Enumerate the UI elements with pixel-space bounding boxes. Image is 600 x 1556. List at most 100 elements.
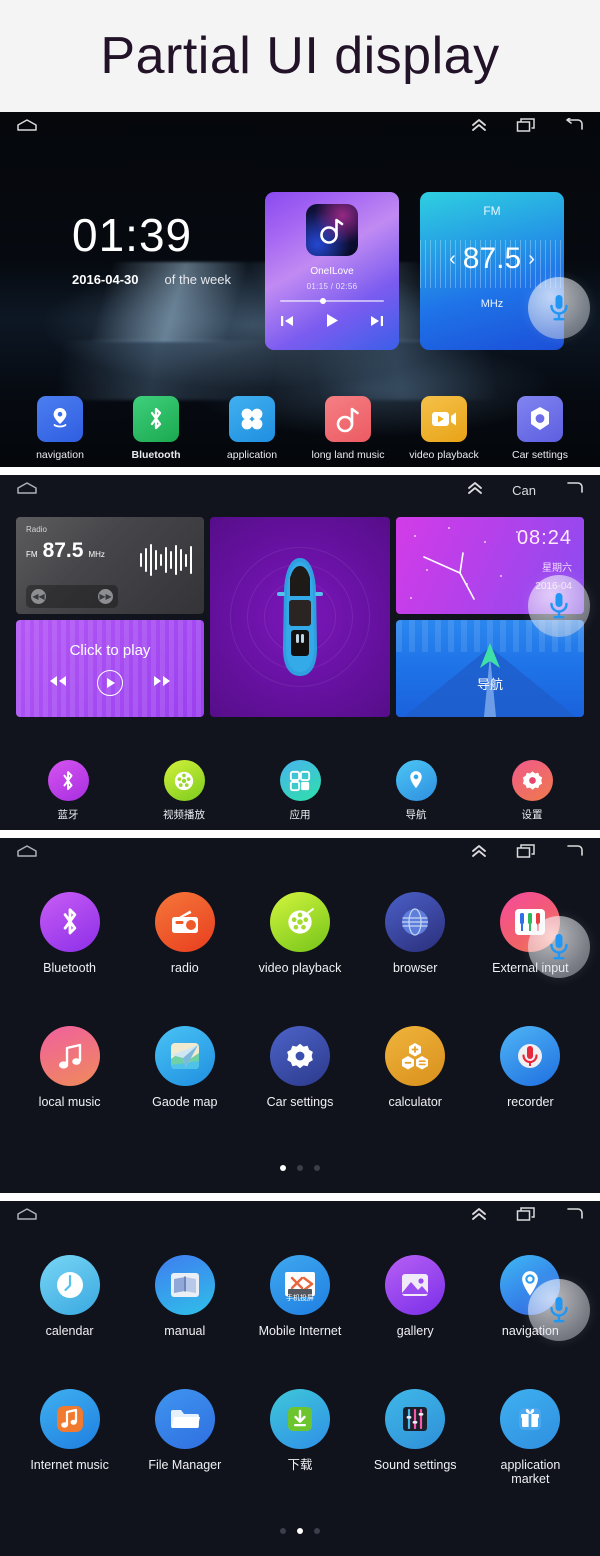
double-chevron-up-icon[interactable] xyxy=(470,843,488,864)
page-dot[interactable] xyxy=(280,1165,286,1171)
voice-assistant-button[interactable] xyxy=(528,916,590,978)
voice-assistant-button[interactable] xyxy=(528,575,590,637)
app-item-bluetooth[interactable]: Bluetooth xyxy=(12,886,127,1020)
app-item-local-music[interactable]: local music xyxy=(12,1020,127,1154)
page-dot[interactable] xyxy=(280,1528,286,1534)
app-item-browser[interactable]: browser xyxy=(358,886,473,1020)
gift-box-icon xyxy=(500,1388,561,1449)
chevron-right-icon[interactable]: › xyxy=(528,248,535,271)
recent-apps-icon[interactable] xyxy=(516,1206,536,1227)
app-item-video-playback[interactable]: video playback xyxy=(242,886,357,1020)
app-item-sound-settings[interactable]: Sound settings xyxy=(358,1383,473,1517)
voice-assistant-button[interactable] xyxy=(528,1279,590,1341)
voice-assistant-button[interactable] xyxy=(528,277,590,339)
dock-label: 蓝牙 xyxy=(57,809,79,821)
music-progress-handle[interactable] xyxy=(319,298,326,304)
app-item-mobile-internet[interactable]: 手机投屏 Mobile Internet xyxy=(242,1249,357,1383)
app-label: Mobile Internet xyxy=(258,1324,342,1338)
player-label: Click to play xyxy=(69,641,151,659)
back-arrow-icon[interactable] xyxy=(564,1207,584,1226)
map-paperplane-icon xyxy=(154,1025,215,1086)
navigation-arrow-icon xyxy=(479,642,501,675)
back-arrow-icon[interactable] xyxy=(564,844,584,863)
status-bar-1 xyxy=(0,112,600,142)
fast-forward-icon[interactable]: ▶▶ xyxy=(98,589,113,604)
double-chevron-up-icon[interactable] xyxy=(466,480,484,501)
back-arrow-icon[interactable] xyxy=(564,115,584,137)
microphone-icon xyxy=(550,295,568,321)
dock-item-video[interactable]: 视频播放 xyxy=(126,760,242,822)
bluetooth-icon xyxy=(39,892,100,952)
screen-separator xyxy=(0,1193,600,1201)
screen-app-drawer-page-2: calendar manual 手机投屏 Mobile Internet gal… xyxy=(0,1201,600,1556)
page-dot[interactable] xyxy=(297,1528,303,1534)
page-dot[interactable] xyxy=(314,1528,320,1534)
page-dot[interactable] xyxy=(314,1165,320,1171)
app-item-manual[interactable]: manual xyxy=(127,1249,242,1383)
car-status-widget[interactable] xyxy=(210,517,390,717)
gear-icon xyxy=(269,1025,330,1086)
radio-icon xyxy=(154,892,215,952)
app-item-download[interactable]: 下载 xyxy=(242,1383,357,1517)
home-icon[interactable] xyxy=(16,844,38,863)
previous-track-icon[interactable] xyxy=(280,314,294,332)
car-top-view-icon xyxy=(274,556,326,678)
map-pin-icon xyxy=(395,760,437,801)
dock-item-video[interactable]: video playback xyxy=(396,396,492,461)
app-label: video playback xyxy=(258,961,342,975)
dock-item-navigation[interactable]: navigation xyxy=(12,396,108,461)
dock-label: navigation xyxy=(36,449,84,461)
dock-item-bluetooth[interactable]: Bluetooth xyxy=(108,396,204,461)
fast-forward-icon[interactable] xyxy=(153,674,171,692)
globe-icon xyxy=(385,892,446,952)
recent-apps-icon[interactable] xyxy=(516,117,536,138)
app-item-car-settings[interactable]: Car settings xyxy=(242,1020,357,1154)
app-label: application market xyxy=(500,1457,561,1486)
can-status-label[interactable]: Can xyxy=(512,483,536,498)
dock-item-application[interactable]: 应用 xyxy=(242,760,358,822)
radio-widget[interactable]: Radio FM 87.5 MHz ◀◀ ▶▶ xyxy=(16,517,204,614)
app-item-application-market[interactable]: application market xyxy=(473,1383,588,1517)
dock-item-car-settings[interactable]: Car settings xyxy=(492,396,588,461)
music-widget[interactable]: OneILove 01:15 / 02:56 xyxy=(265,192,399,350)
home-icon[interactable] xyxy=(16,1207,38,1226)
page-indicator-3 xyxy=(0,1165,600,1171)
app-label: browser xyxy=(392,961,438,975)
back-arrow-icon[interactable] xyxy=(564,481,584,500)
rewind-icon[interactable]: ◀◀ xyxy=(31,589,46,604)
home-dock-1: navigation Bluetooth application long la… xyxy=(0,396,600,461)
chevron-left-icon[interactable]: ‹ xyxy=(449,248,456,271)
app-item-radio[interactable]: radio xyxy=(127,886,242,1020)
home-icon[interactable] xyxy=(16,118,38,137)
dock-item-application[interactable]: application xyxy=(204,396,300,461)
dock-item-music[interactable]: long land music xyxy=(300,396,396,461)
bluetooth-icon xyxy=(47,760,89,801)
app-item-gaode-map[interactable]: Gaode map xyxy=(127,1020,242,1154)
double-chevron-up-icon[interactable] xyxy=(470,117,488,138)
app-item-internet-music[interactable]: Internet music xyxy=(12,1383,127,1517)
app-label: calendar xyxy=(45,1324,94,1338)
status-bar-2: Can xyxy=(0,475,600,505)
app-item-recorder[interactable]: recorder xyxy=(473,1020,588,1154)
play-icon[interactable] xyxy=(325,313,339,333)
dock-item-settings[interactable]: 设置 xyxy=(474,760,590,822)
app-item-file-manager[interactable]: File Manager xyxy=(127,1383,242,1517)
dock-label: 设置 xyxy=(521,809,543,821)
screen-app-drawer-page-1: Bluetooth radio video playback browser E… xyxy=(0,838,600,1193)
play-circle-icon[interactable] xyxy=(97,669,123,696)
page-indicator-4 xyxy=(0,1528,600,1534)
page-dot[interactable] xyxy=(297,1165,303,1171)
app-item-calendar[interactable]: calendar xyxy=(12,1249,127,1383)
home-icon[interactable] xyxy=(16,481,38,500)
dock-item-bluetooth[interactable]: 蓝牙 xyxy=(10,760,126,822)
next-track-icon[interactable] xyxy=(370,314,384,332)
player-widget[interactable]: Click to play xyxy=(16,620,204,717)
dock-item-navigation[interactable]: 导航 xyxy=(358,760,474,822)
app-item-calculator[interactable]: calculator xyxy=(358,1020,473,1154)
music-progress-bar[interactable] xyxy=(280,298,384,304)
recent-apps-icon[interactable] xyxy=(516,843,536,864)
app-item-gallery[interactable]: gallery xyxy=(358,1249,473,1383)
double-chevron-up-icon[interactable] xyxy=(470,1206,488,1227)
music-note-icon xyxy=(39,1388,100,1449)
rewind-icon[interactable] xyxy=(49,674,67,692)
